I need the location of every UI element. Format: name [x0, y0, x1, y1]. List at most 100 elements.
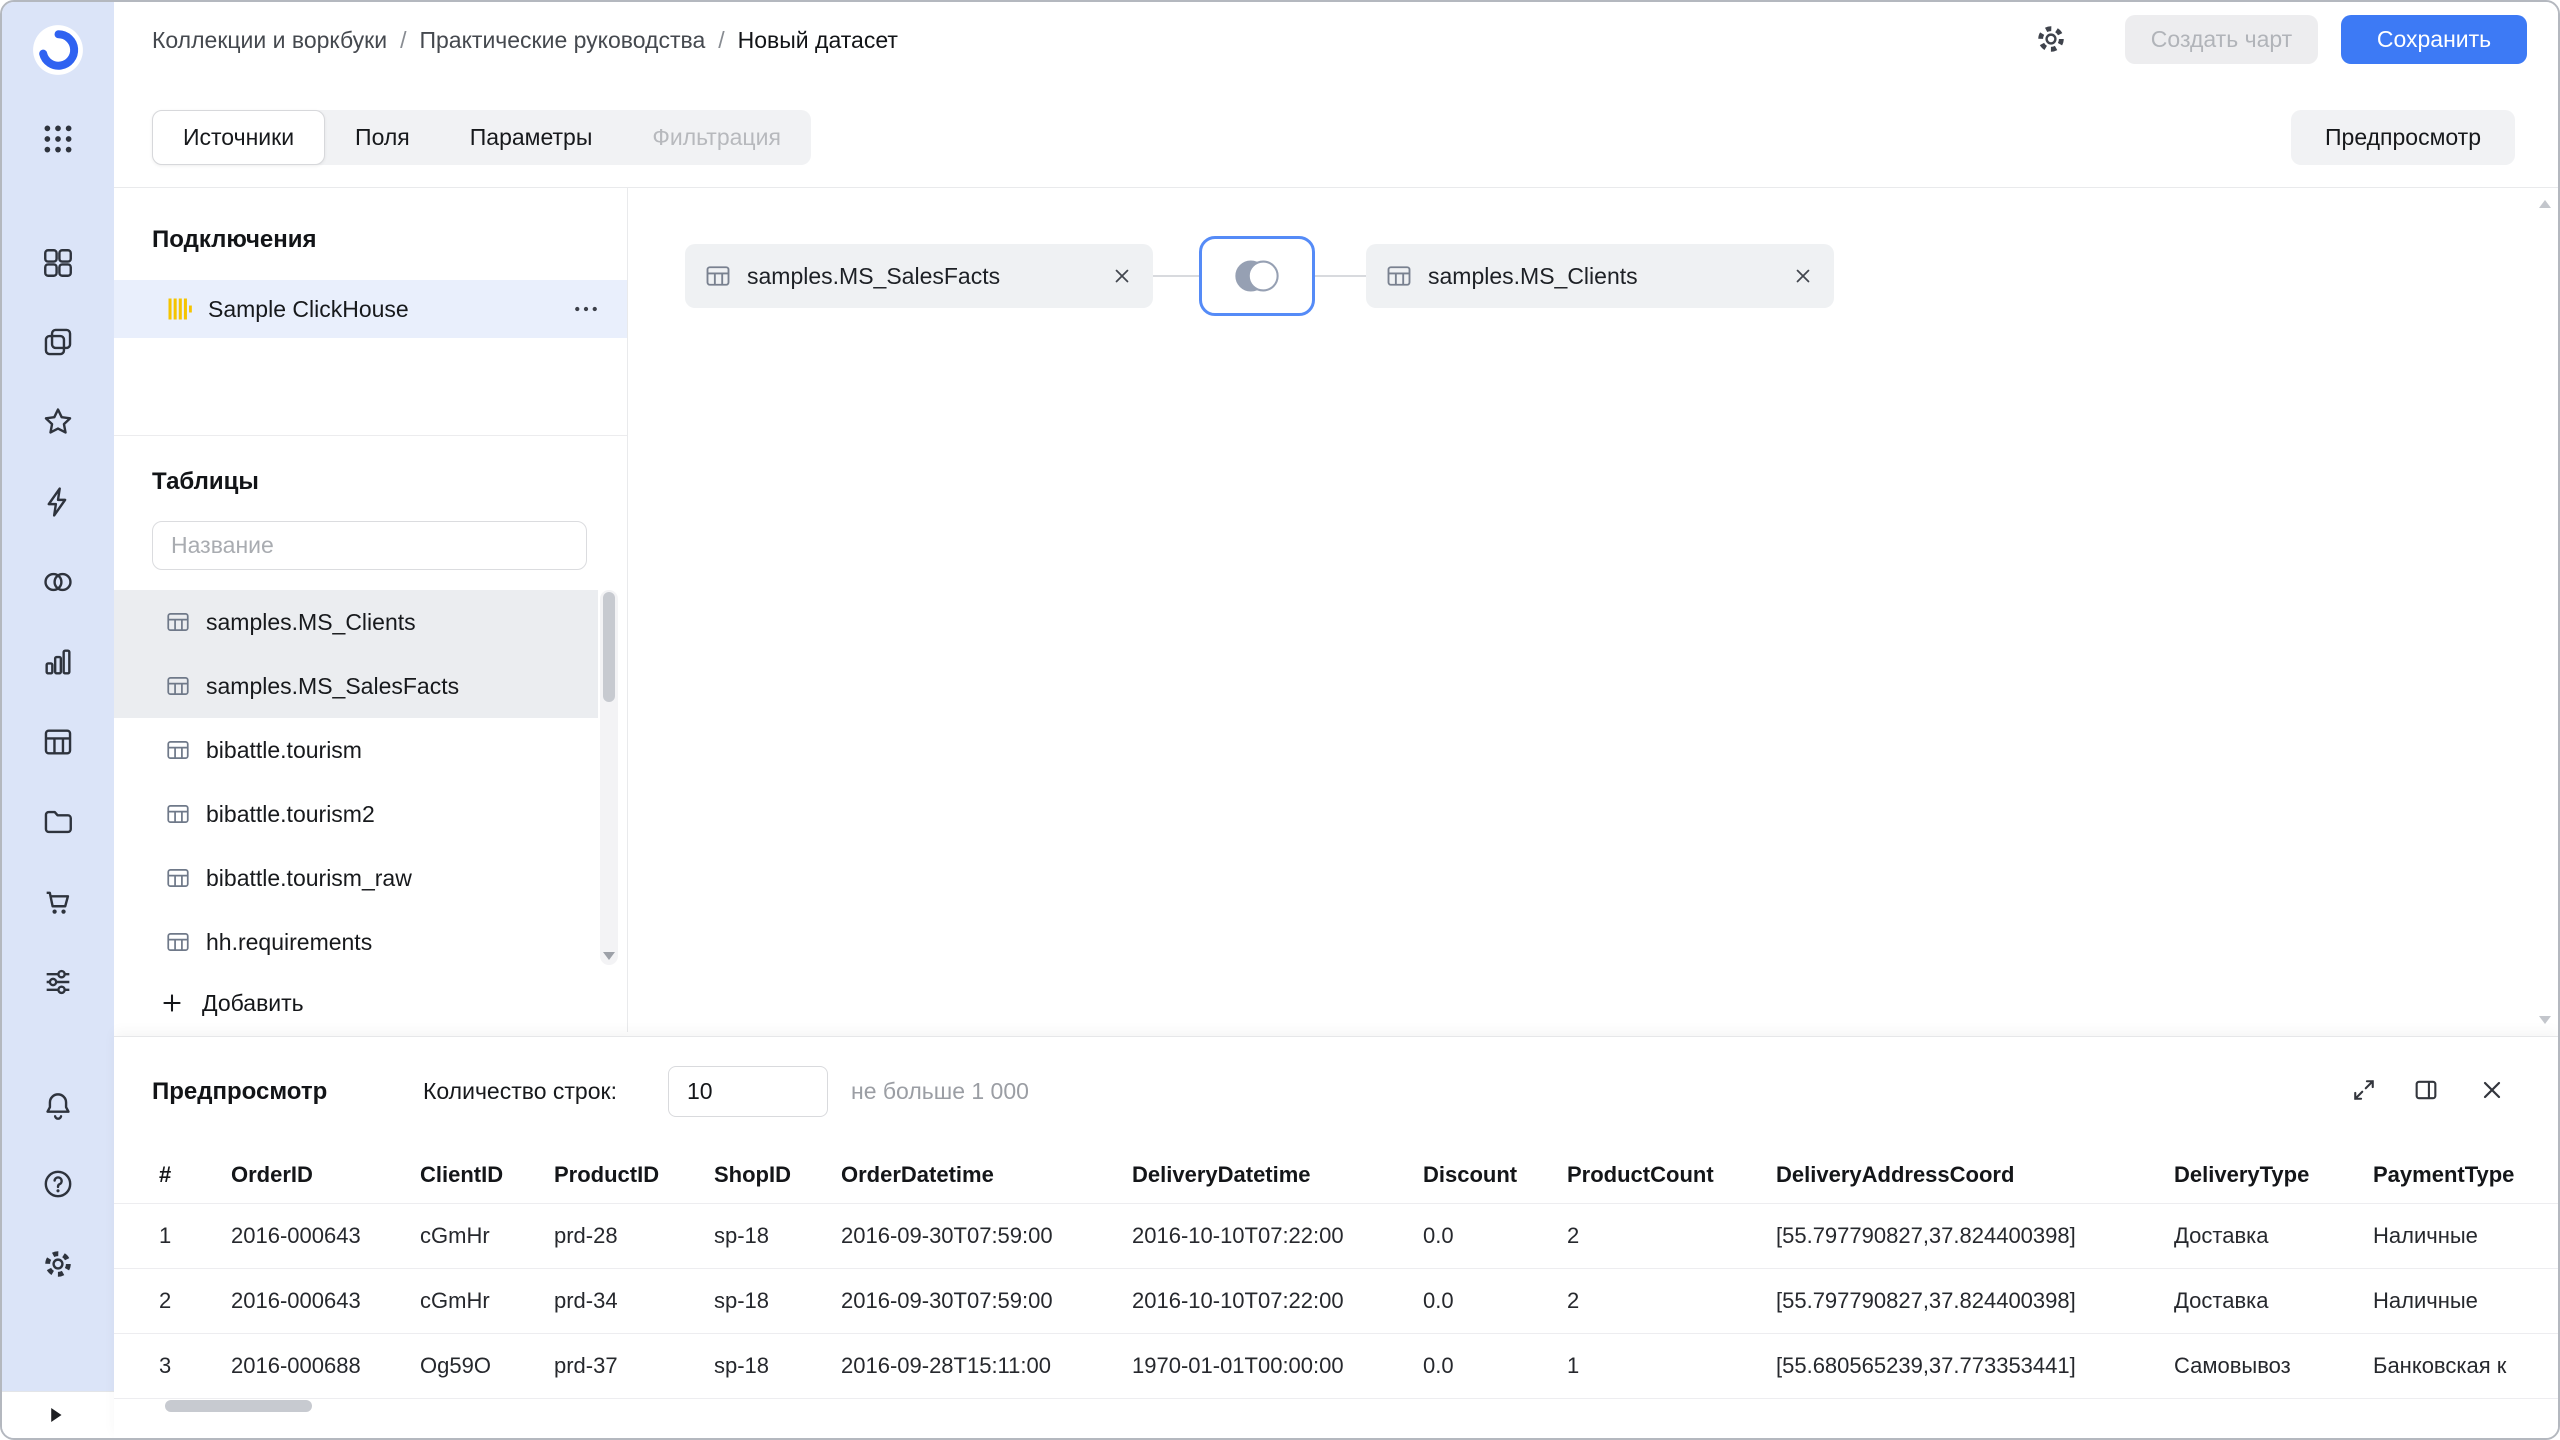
cell: prd-37: [554, 1353, 618, 1378]
column-header: ShopID: [714, 1161, 791, 1187]
datalens-logo[interactable]: [32, 24, 84, 76]
scrollbar-thumb[interactable]: [603, 592, 615, 702]
cell: Доставка: [2174, 1288, 2269, 1313]
scroll-down-arrow-icon[interactable]: [603, 952, 615, 960]
preview-table: # OrderID ClientID ProductID ShopID Orde…: [114, 1146, 2558, 1399]
tab-fields[interactable]: Поля: [325, 110, 440, 165]
cell: 2016-000688: [231, 1353, 361, 1378]
marketplace-cart-icon[interactable]: [41, 885, 75, 919]
help-icon[interactable]: [41, 1167, 75, 1201]
column-header: DeliveryType: [2174, 1161, 2310, 1187]
source-node-label: samples.MS_SalesFacts: [747, 262, 1001, 289]
cell: [55.797790827,37.824400398]: [1776, 1223, 2076, 1248]
cell: 2016-000643: [231, 1223, 361, 1248]
add-table-label: Добавить: [202, 989, 304, 1016]
cell: 1: [1567, 1353, 1580, 1378]
column-header: #: [159, 1161, 172, 1187]
panel-divider: [114, 435, 627, 436]
column-header: OrderDatetime: [841, 1161, 994, 1187]
breadcrumb: Коллекции и воркбуки / Практические руко…: [152, 2, 898, 78]
preview-title: Предпросмотр: [152, 1077, 328, 1105]
preview-table-header: # OrderID ClientID ProductID ShopID Orde…: [114, 1146, 2558, 1204]
apps-grid-icon[interactable]: [41, 122, 75, 156]
table-row: 2 2016-000643 cGmHr prd-34 sp-18 2016-09…: [114, 1269, 2558, 1334]
charts-bar-icon[interactable]: [41, 645, 75, 679]
dashboards-table-icon[interactable]: [41, 725, 75, 759]
table-list-item[interactable]: bibattle.tourism_raw: [114, 846, 598, 910]
scroll-up-arrow-icon[interactable]: [2539, 200, 2551, 208]
horizontal-scrollbar-thumb[interactable]: [165, 1400, 312, 1412]
notifications-bell-icon[interactable]: [41, 1089, 75, 1123]
remove-source-icon[interactable]: [1792, 265, 1814, 287]
dataset-settings-gear-icon[interactable]: [2034, 22, 2068, 56]
cell: 2: [159, 1288, 172, 1313]
collections-icon[interactable]: [41, 325, 75, 359]
source-node-salesfacts[interactable]: samples.MS_SalesFacts: [685, 244, 1153, 308]
cell: 2016-09-28T15:11:00: [841, 1353, 1051, 1378]
breadcrumb-guides[interactable]: Практические руководства: [419, 27, 705, 54]
column-header: ClientID: [420, 1161, 504, 1187]
connection-item-sample-clickhouse[interactable]: Sample ClickHouse: [114, 280, 627, 338]
expand-preview-icon[interactable]: [2350, 1076, 2378, 1104]
cell: prd-28: [554, 1223, 618, 1248]
breadcrumb-separator: /: [718, 26, 725, 53]
table-name: hh.requirements: [206, 928, 373, 955]
table-name: bibattle.tourism2: [206, 800, 375, 827]
tab-sources[interactable]: Источники: [152, 110, 326, 165]
dataset-tabs: Источники Поля Параметры Фильтрация: [152, 110, 811, 165]
table-icon: [165, 737, 191, 763]
sidebar-collapse-bar[interactable]: [2, 1391, 114, 1438]
row-count-input[interactable]: [668, 1066, 828, 1117]
breadcrumb-current-page: Новый датасет: [737, 26, 898, 53]
canvas-scrollbar[interactable]: [2538, 200, 2552, 1024]
table-icon: [165, 673, 191, 699]
join-type-button[interactable]: [1199, 236, 1315, 316]
cell: Доставка: [2174, 1223, 2269, 1248]
cell: Самовывоз: [2174, 1353, 2291, 1378]
remove-source-icon[interactable]: [1111, 265, 1133, 287]
connection-menu-icon[interactable]: [571, 294, 601, 324]
cell: 0.0: [1423, 1353, 1454, 1378]
breadcrumb-collections[interactable]: Коллекции и воркбуки: [152, 27, 387, 54]
preview-toggle-button[interactable]: Предпросмотр: [2291, 110, 2515, 165]
tab-filtering[interactable]: Фильтрация: [622, 110, 811, 165]
column-header: PaymentType: [2373, 1161, 2515, 1187]
connections-lightning-icon[interactable]: [41, 485, 75, 519]
column-header: Discount: [1423, 1161, 1518, 1187]
preview-layout-icon[interactable]: [2412, 1076, 2440, 1104]
source-node-clients[interactable]: samples.MS_Clients: [1366, 244, 1834, 308]
clickhouse-icon: [165, 295, 193, 323]
table-list-item[interactable]: bibattle.tourism: [114, 718, 598, 782]
cell: Банковская к: [2373, 1353, 2507, 1378]
save-button[interactable]: Сохранить: [2341, 15, 2527, 64]
add-table-button[interactable]: Добавить: [114, 974, 597, 1032]
services-sliders-icon[interactable]: [41, 965, 75, 999]
cell: Наличные: [2373, 1223, 2478, 1248]
table-list-item[interactable]: hh.requirements: [114, 910, 598, 974]
cell: 2: [1567, 1223, 1580, 1248]
table-list-item[interactable]: samples.MS_SalesFacts: [114, 654, 598, 718]
cell: sp-18: [714, 1223, 770, 1248]
table-search-input[interactable]: [152, 521, 587, 570]
cell: 2016-09-30T07:59:00: [841, 1288, 1053, 1313]
scroll-down-arrow-icon[interactable]: [2539, 1016, 2551, 1024]
row-count-label: Количество строк:: [423, 1078, 617, 1104]
cell: [55.680565239,37.773353441]: [1776, 1353, 2076, 1378]
table-icon: [165, 865, 191, 891]
table-list-item[interactable]: samples.MS_Clients: [114, 590, 598, 654]
expand-panel-play-icon[interactable]: [42, 1402, 68, 1428]
favorites-star-icon[interactable]: [41, 405, 75, 439]
widgets-icon[interactable]: [41, 246, 75, 280]
files-folder-icon[interactable]: [41, 805, 75, 839]
column-header: ProductCount: [1567, 1161, 1714, 1187]
create-chart-button[interactable]: Создать чарт: [2125, 15, 2318, 64]
tables-scrollbar[interactable]: [600, 590, 618, 965]
tab-parameters[interactable]: Параметры: [440, 110, 623, 165]
table-list-item[interactable]: bibattle.tourism2: [114, 782, 598, 846]
close-preview-icon[interactable]: [2478, 1076, 2506, 1104]
cell: cGmHr: [420, 1288, 490, 1313]
join-connector-line: [1153, 275, 1199, 277]
settings-gear-icon[interactable]: [41, 1247, 75, 1281]
datasets-circles-icon[interactable]: [41, 565, 75, 599]
plus-icon: [159, 990, 185, 1016]
